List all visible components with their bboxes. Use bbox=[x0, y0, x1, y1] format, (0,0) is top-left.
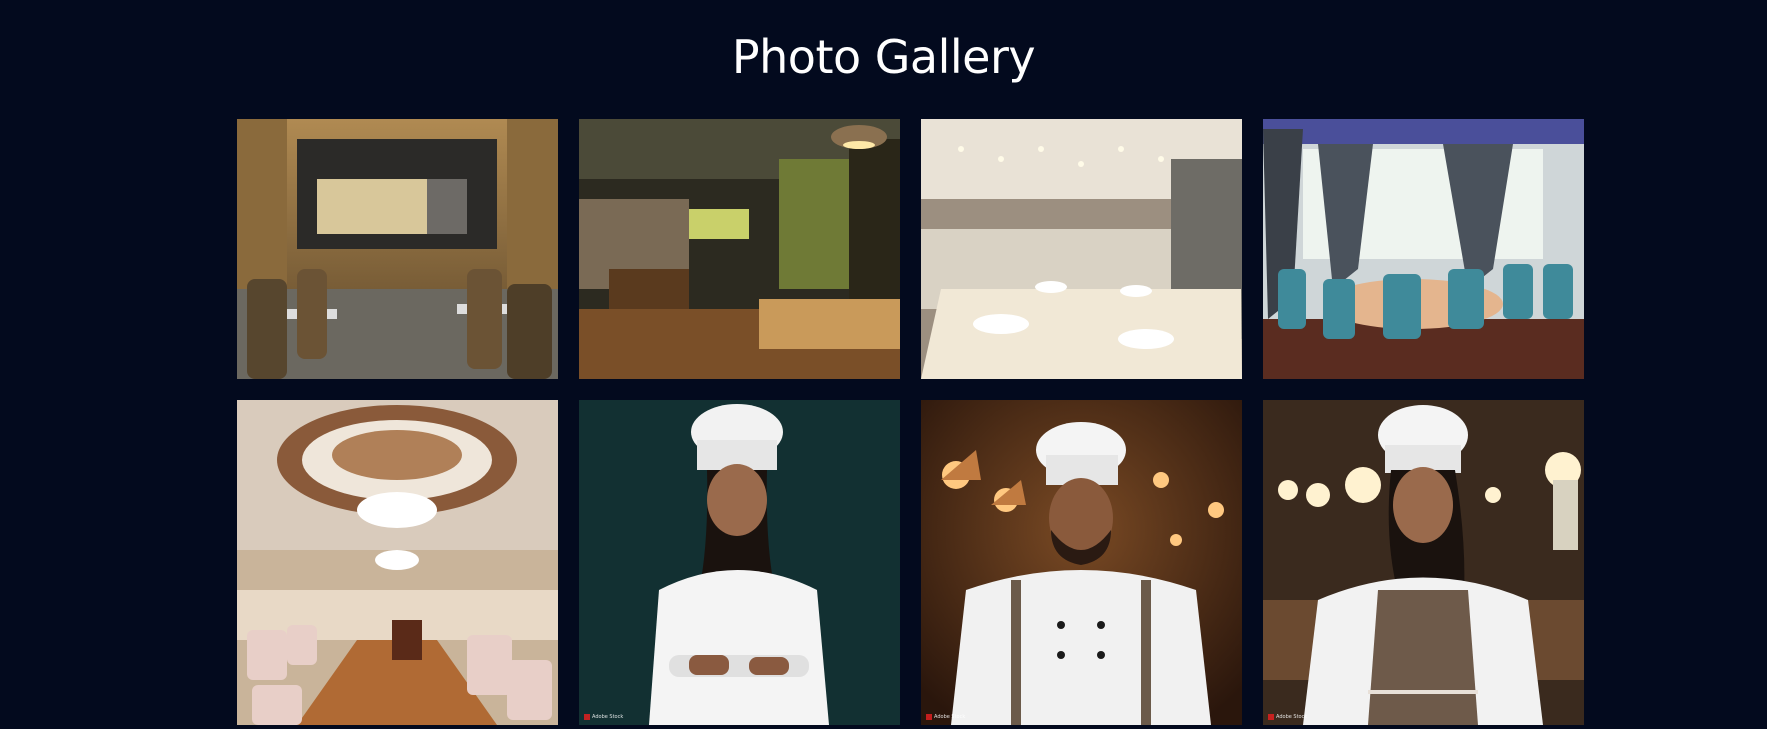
adobe-logo-icon bbox=[1268, 714, 1274, 720]
adobe-stock-watermark: Adobe Stock bbox=[1268, 714, 1307, 720]
gallery-title: Photo Gallery bbox=[731, 30, 1036, 84]
female-chef-apron-image bbox=[1263, 400, 1584, 725]
gallery-photo-1[interactable] bbox=[237, 119, 558, 379]
adobe-logo-icon bbox=[926, 714, 932, 720]
chandelier-hall-image bbox=[237, 400, 558, 725]
gallery-photo-7[interactable]: Adobe Stock bbox=[921, 400, 1242, 725]
restaurant-pendant-lamps-image bbox=[579, 119, 900, 379]
gallery-photo-5[interactable] bbox=[237, 400, 558, 725]
gallery-photo-2[interactable] bbox=[579, 119, 900, 379]
female-chef-image bbox=[579, 400, 900, 725]
adobe-stock-watermark: Adobe Stock bbox=[584, 714, 623, 720]
male-chef-image bbox=[921, 400, 1242, 725]
banquet-hall-teal-chairs-image bbox=[1263, 119, 1584, 379]
gallery-photo-4[interactable] bbox=[1263, 119, 1584, 379]
gallery-photo-3[interactable] bbox=[921, 119, 1242, 379]
adobe-stock-watermark: Adobe Stock bbox=[926, 714, 965, 720]
gallery-photo-8[interactable]: Adobe Stock bbox=[1263, 400, 1584, 725]
bright-dining-room-image bbox=[921, 119, 1242, 379]
gallery-photo-6[interactable]: Adobe Stock bbox=[579, 400, 900, 725]
adobe-logo-icon bbox=[584, 714, 590, 720]
restaurant-interior-image bbox=[237, 119, 558, 379]
